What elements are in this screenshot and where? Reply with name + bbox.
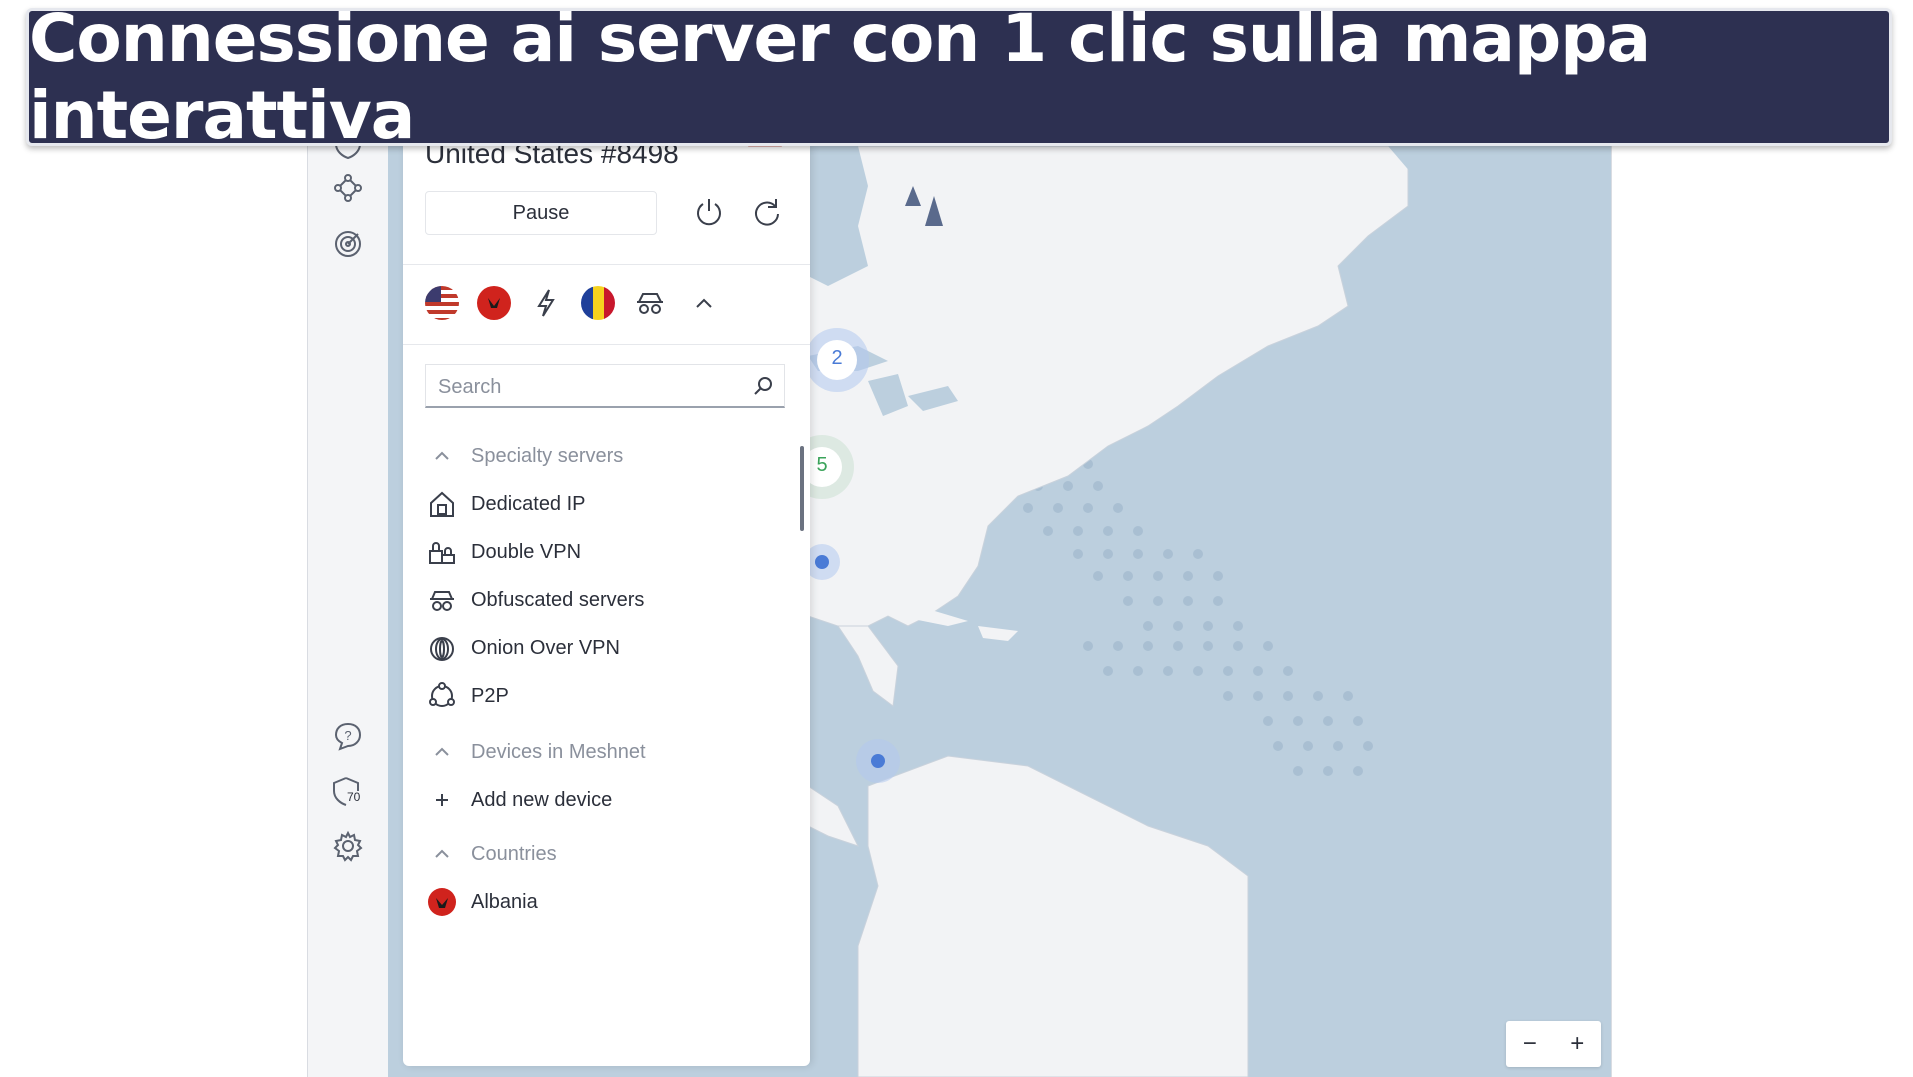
list-item-label: Onion Over VPN: [471, 636, 620, 659]
list-item-label: Obfuscated servers: [471, 588, 645, 611]
help-icon[interactable]: ?: [330, 718, 366, 754]
zoom-in-button[interactable]: +: [1557, 1030, 1597, 1058]
dedicated-ip-icon: [425, 487, 459, 521]
country-label: Albania: [471, 890, 538, 913]
list-item-dedicated-ip[interactable]: Dedicated IP: [425, 484, 785, 524]
reconnect-icon[interactable]: [749, 194, 785, 230]
section-label: Specialty servers: [471, 444, 624, 467]
meshnet-devices-header[interactable]: Devices in Meshnet: [425, 732, 785, 772]
cluster-marker-5[interactable]: 5: [812, 454, 832, 477]
list-item-onion-over-vpn[interactable]: Onion Over VPN: [425, 628, 785, 668]
country-item-albania[interactable]: Albania: [425, 882, 785, 922]
power-icon[interactable]: [691, 194, 727, 230]
app-window: ? 70 2 5 − + United States #8498 Pause S…: [307, 146, 1612, 1077]
double-vpn-icon: [425, 535, 459, 569]
list-item-label: P2P: [471, 684, 509, 707]
meshnet-icon[interactable]: [330, 170, 366, 206]
list-item-obfuscated-servers[interactable]: Obfuscated servers: [425, 580, 785, 620]
search-icon[interactable]: [752, 375, 774, 397]
search-field[interactable]: [425, 364, 785, 408]
chevron-up-icon: [425, 439, 459, 473]
add-device-label: Add new device: [471, 788, 613, 811]
obfuscated-icon[interactable]: [633, 286, 667, 320]
albania-flag-icon[interactable]: [477, 286, 511, 320]
chevron-up-icon: [425, 837, 459, 871]
server-panel: United States #8498 Pause Search Special…: [403, 146, 810, 1066]
romania-flag-icon[interactable]: [581, 286, 615, 320]
chevron-up-icon[interactable]: [687, 286, 721, 320]
specialty-servers-header[interactable]: Specialty servers: [425, 436, 785, 476]
section-label: Countries: [471, 842, 557, 865]
countries-header[interactable]: Countries: [425, 834, 785, 874]
obfuscated-icon: [425, 583, 459, 617]
icon-rail: ? 70: [308, 146, 389, 1077]
settings-gear-icon[interactable]: [330, 828, 366, 864]
cluster-marker-2[interactable]: 2: [827, 347, 847, 370]
us-flag-icon[interactable]: [425, 286, 459, 320]
add-new-device-button[interactable]: Add new device: [425, 780, 785, 820]
albania-flag-icon: [425, 885, 459, 919]
list-item-label: Dedicated IP: [471, 492, 586, 515]
list-item-double-vpn[interactable]: Double VPN: [425, 532, 785, 572]
lightning-icon[interactable]: [529, 286, 563, 320]
list-item-p2p[interactable]: P2P: [425, 676, 785, 716]
quick-connect-bar: [425, 282, 795, 326]
svg-text:?: ?: [344, 728, 351, 743]
p2p-icon: [425, 679, 459, 713]
panel-scrollbar[interactable]: [800, 446, 804, 531]
chevron-up-icon: [425, 735, 459, 769]
threat-protection-icon[interactable]: [330, 226, 366, 262]
caption-text: Connessione ai server con 1 clic sulla m…: [29, 0, 1651, 154]
list-item-label: Double VPN: [471, 540, 582, 563]
section-label: Devices in Meshnet: [471, 740, 646, 763]
zoom-out-button[interactable]: −: [1510, 1030, 1550, 1058]
search-input[interactable]: [436, 371, 740, 403]
plus-icon: [425, 783, 459, 817]
zoom-control: − +: [1506, 1021, 1601, 1067]
dark-web-monitor-icon[interactable]: 70: [330, 774, 366, 810]
caption-banner: Connessione ai server con 1 clic sulla m…: [26, 0, 1892, 154]
onion-icon: [425, 631, 459, 665]
pause-button[interactable]: Pause: [425, 191, 657, 235]
notification-badge: 70: [347, 790, 361, 804]
